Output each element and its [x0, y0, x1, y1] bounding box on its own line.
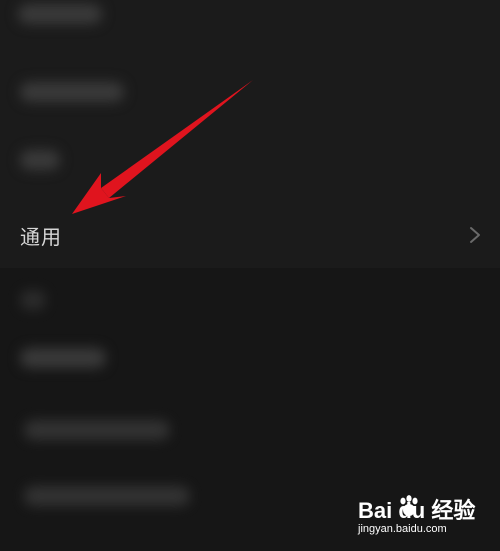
chevron-right-icon: [470, 227, 480, 243]
paw-icon: [400, 495, 418, 516]
blurred-item: [24, 420, 170, 440]
baidu-jingyan-watermark: Bai du 经验 jingyan.baidu.com: [358, 493, 478, 543]
blurred-item: [18, 4, 102, 24]
watermark-url: jingyan.baidu.com: [358, 523, 447, 535]
general-settings-label: 通用: [20, 225, 62, 249]
general-settings-item[interactable]: 通用: [0, 205, 500, 265]
blurred-item: [20, 290, 46, 310]
blurred-item: [20, 348, 106, 368]
blurred-item: [24, 486, 190, 506]
settings-screen: 通用 Bai du 经验 jingyan.baidu.com: [0, 0, 500, 551]
blurred-item: [20, 82, 124, 102]
blurred-item: [20, 150, 60, 170]
